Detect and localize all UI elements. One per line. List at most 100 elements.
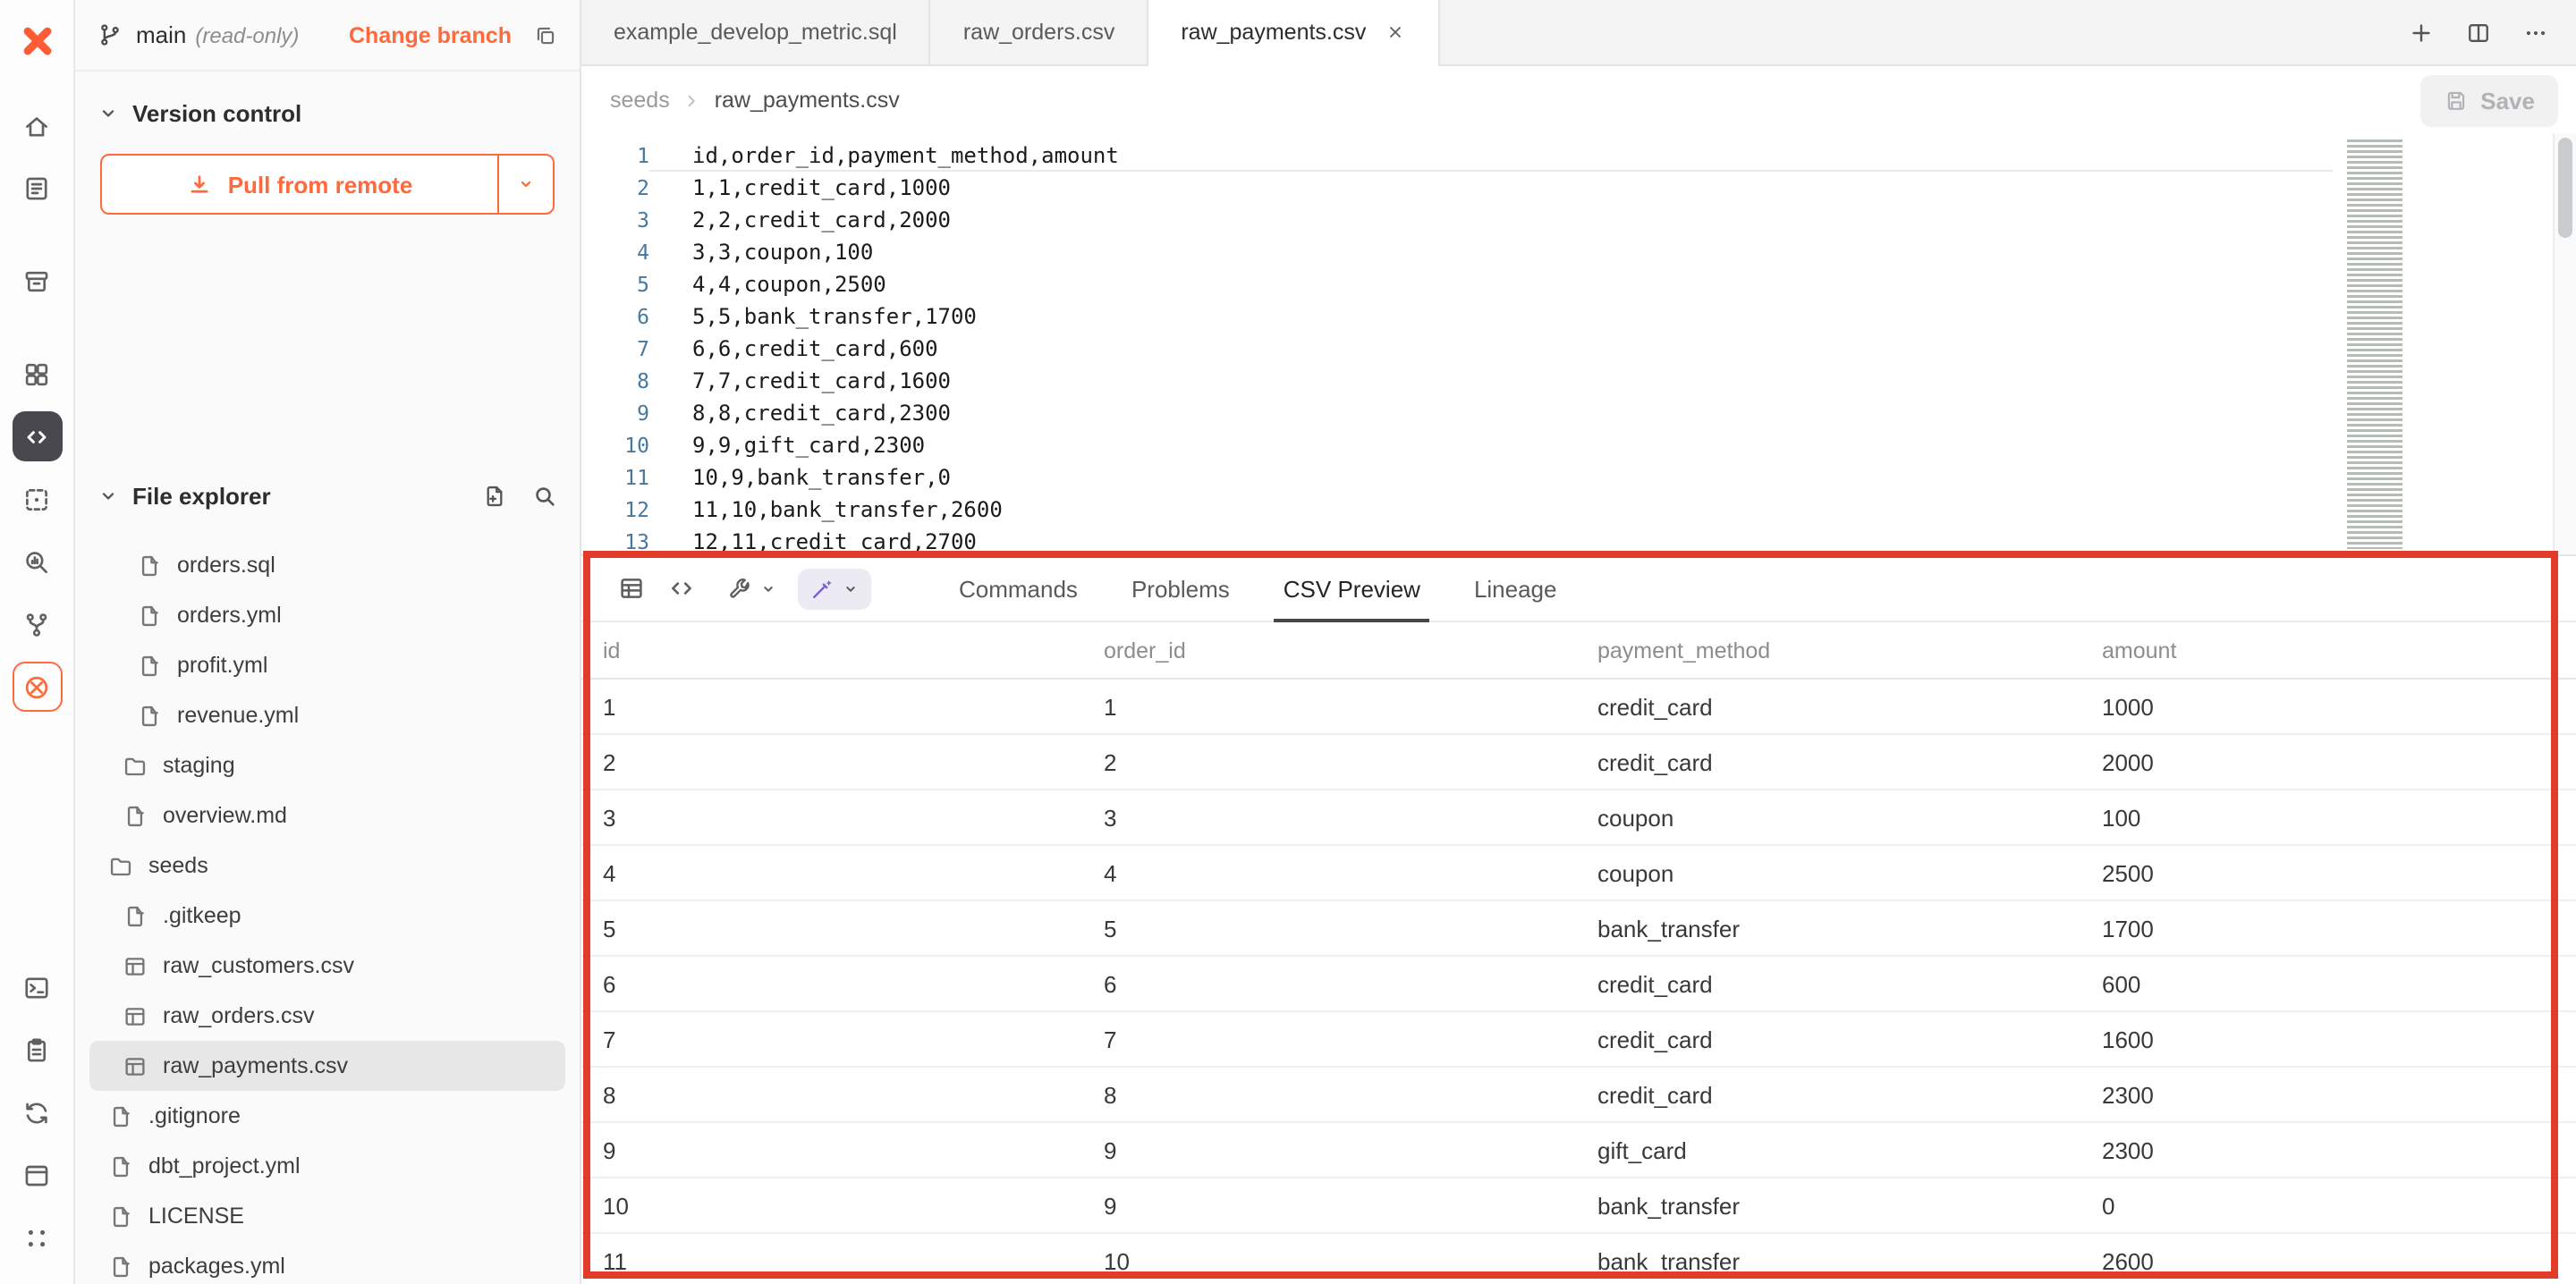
code-view-button[interactable]: [657, 565, 707, 612]
tab-label: raw_orders.csv: [963, 20, 1115, 45]
editor-line-12[interactable]: 1211,10,bank_transfer,2600: [581, 494, 2576, 526]
table-row[interactable]: 44coupon2500: [581, 846, 2576, 901]
rail-dbt-orb-icon[interactable]: [12, 662, 62, 712]
folder-staging[interactable]: staging: [89, 740, 565, 790]
editor-line-1[interactable]: 1id,order_id,payment_method,amount: [581, 139, 2576, 172]
editor-line-9[interactable]: 98,8,credit_card,2300: [581, 397, 2576, 429]
table-row[interactable]: 11credit_card1000: [581, 680, 2576, 735]
editor-line-10[interactable]: 109,9,gift_card,2300: [581, 429, 2576, 461]
table-row[interactable]: 1110bank_transfer2600: [581, 1234, 2576, 1284]
rail-home-icon[interactable]: [12, 100, 62, 150]
search-icon[interactable]: [531, 482, 558, 509]
file-raw_customers.csv[interactable]: raw_customers.csv: [89, 941, 565, 991]
column-header-payment_method[interactable]: payment_method: [1576, 638, 2080, 663]
change-branch-link[interactable]: Change branch: [349, 22, 512, 47]
file-dbt_project.yml[interactable]: dbt_project.yml: [89, 1141, 565, 1191]
file-overview.md[interactable]: overview.md: [89, 790, 565, 841]
tab-example_develop_metric.sql[interactable]: example_develop_metric.sql: [581, 0, 931, 64]
editor-line-5[interactable]: 54,4,coupon,2500: [581, 268, 2576, 300]
editor-line-8[interactable]: 87,7,credit_card,1600: [581, 365, 2576, 397]
panel-tab-csv-preview[interactable]: CSV Preview: [1257, 556, 1447, 621]
table-row[interactable]: 55bank_transfer1700: [581, 901, 2576, 957]
tab-raw_payments.csv[interactable]: raw_payments.csv: [1148, 0, 1439, 64]
file-raw_payments.csv[interactable]: raw_payments.csv: [89, 1041, 565, 1091]
table-row[interactable]: 66credit_card600: [581, 957, 2576, 1012]
editor-line-3[interactable]: 32,2,credit_card,2000: [581, 204, 2576, 236]
folder-seeds[interactable]: seeds: [89, 841, 565, 891]
file-revenue.yml[interactable]: revenue.yml: [89, 690, 565, 740]
close-tab-icon[interactable]: [1384, 21, 1405, 43]
tab-raw_orders.csv[interactable]: raw_orders.csv: [931, 0, 1149, 64]
more-options-icon[interactable]: [2522, 19, 2549, 46]
rail-catalog-icon[interactable]: [12, 163, 62, 213]
save-button[interactable]: Save: [2419, 74, 2558, 126]
file-name: orders.yml: [177, 603, 282, 628]
file-name: raw_payments.csv: [163, 1053, 348, 1078]
rail-archive-icon[interactable]: [12, 256, 62, 306]
rail-sync-icon[interactable]: [12, 1087, 62, 1137]
table-row[interactable]: 22credit_card2000: [581, 735, 2576, 790]
wand-button[interactable]: [798, 568, 871, 609]
file-icon: [136, 702, 163, 729]
file-raw_orders.csv[interactable]: raw_orders.csv: [89, 991, 565, 1041]
column-header-amount[interactable]: amount: [2080, 638, 2576, 663]
rail-frame-icon[interactable]: [12, 474, 62, 524]
file-orders.sql[interactable]: orders.sql: [89, 540, 565, 590]
editor-line-7[interactable]: 76,6,credit_card,600: [581, 333, 2576, 365]
file-packages.yml[interactable]: packages.yml: [89, 1241, 565, 1284]
file-.gitignore[interactable]: .gitignore: [89, 1091, 565, 1141]
editor-line-11[interactable]: 1110,9,bank_transfer,0: [581, 461, 2576, 494]
table-row[interactable]: 109bank_transfer0: [581, 1178, 2576, 1234]
table-row[interactable]: 33coupon100: [581, 790, 2576, 846]
panel-tab-commands[interactable]: Commands: [932, 556, 1105, 621]
file-profit.yml[interactable]: profit.yml: [89, 640, 565, 690]
table-cell: credit_card: [1576, 693, 2080, 720]
table-row[interactable]: 99gift_card2300: [581, 1123, 2576, 1178]
rail-grid-icon[interactable]: [12, 349, 62, 399]
table-cell: 9: [1082, 1136, 1576, 1163]
column-header-id[interactable]: id: [581, 638, 1082, 663]
rail-apps-icon[interactable]: [12, 1212, 62, 1263]
editor-line-6[interactable]: 65,5,bank_transfer,1700: [581, 300, 2576, 333]
code-editor[interactable]: 1id,order_id,payment_method,amount21,1,c…: [581, 134, 2576, 554]
table-view-button[interactable]: [606, 565, 657, 612]
editor-line-2[interactable]: 21,1,credit_card,1000: [581, 172, 2576, 204]
file-LICENSE[interactable]: LICENSE: [89, 1191, 565, 1241]
column-header-order_id[interactable]: order_id: [1082, 638, 1576, 663]
dbt-logo-icon[interactable]: [13, 18, 60, 64]
file-name: overview.md: [163, 803, 287, 828]
panel-tab-problems[interactable]: Problems: [1105, 556, 1257, 621]
chevron-down-icon[interactable]: [97, 101, 120, 124]
panel-tab-lineage[interactable]: Lineage: [1447, 556, 1584, 621]
scrollbar-thumb[interactable]: [2558, 138, 2572, 238]
chevron-down-icon[interactable]: [97, 484, 120, 507]
editor-scrollbar[interactable]: [2553, 134, 2576, 554]
main-area: example_develop_metric.sql raw_orders.csv…: [581, 0, 2576, 1284]
branch-name: main: [136, 21, 186, 48]
editor-line-13[interactable]: 1312,11,credit_card,2700: [581, 526, 2576, 554]
file-orders.yml[interactable]: orders.yml: [89, 590, 565, 640]
minimap[interactable]: [2347, 139, 2402, 549]
table-row[interactable]: 88credit_card2300: [581, 1068, 2576, 1123]
editor-line-4[interactable]: 43,3,coupon,100: [581, 236, 2576, 268]
breadcrumb-folder[interactable]: seeds: [610, 88, 670, 113]
rail-terminal-icon[interactable]: [12, 962, 62, 1012]
table-row[interactable]: 77credit_card1600: [581, 1012, 2576, 1068]
line-number: 13: [581, 526, 649, 554]
new-file-icon[interactable]: [481, 482, 508, 509]
breadcrumb-file: raw_payments.csv: [715, 88, 900, 113]
pull-from-remote-button[interactable]: Pull from remote: [100, 154, 555, 215]
rail-insights-icon[interactable]: [12, 536, 62, 587]
rail-clipboard-icon[interactable]: [12, 1025, 62, 1075]
rail-git-fork-icon[interactable]: [12, 599, 62, 649]
wrench-button[interactable]: [716, 568, 789, 609]
pull-dropdown-caret[interactable]: [497, 156, 553, 213]
split-editor-icon[interactable]: [2465, 19, 2492, 46]
rail-develop-icon[interactable]: [12, 411, 62, 461]
new-tab-icon[interactable]: [2408, 19, 2435, 46]
line-number: 9: [581, 397, 649, 429]
rail-window-split-icon[interactable]: [12, 1150, 62, 1200]
copy-icon[interactable]: [533, 22, 558, 47]
file-.gitkeep[interactable]: .gitkeep: [89, 891, 565, 941]
results-tabs: CommandsProblemsCSV PreviewLineage: [932, 556, 1584, 621]
